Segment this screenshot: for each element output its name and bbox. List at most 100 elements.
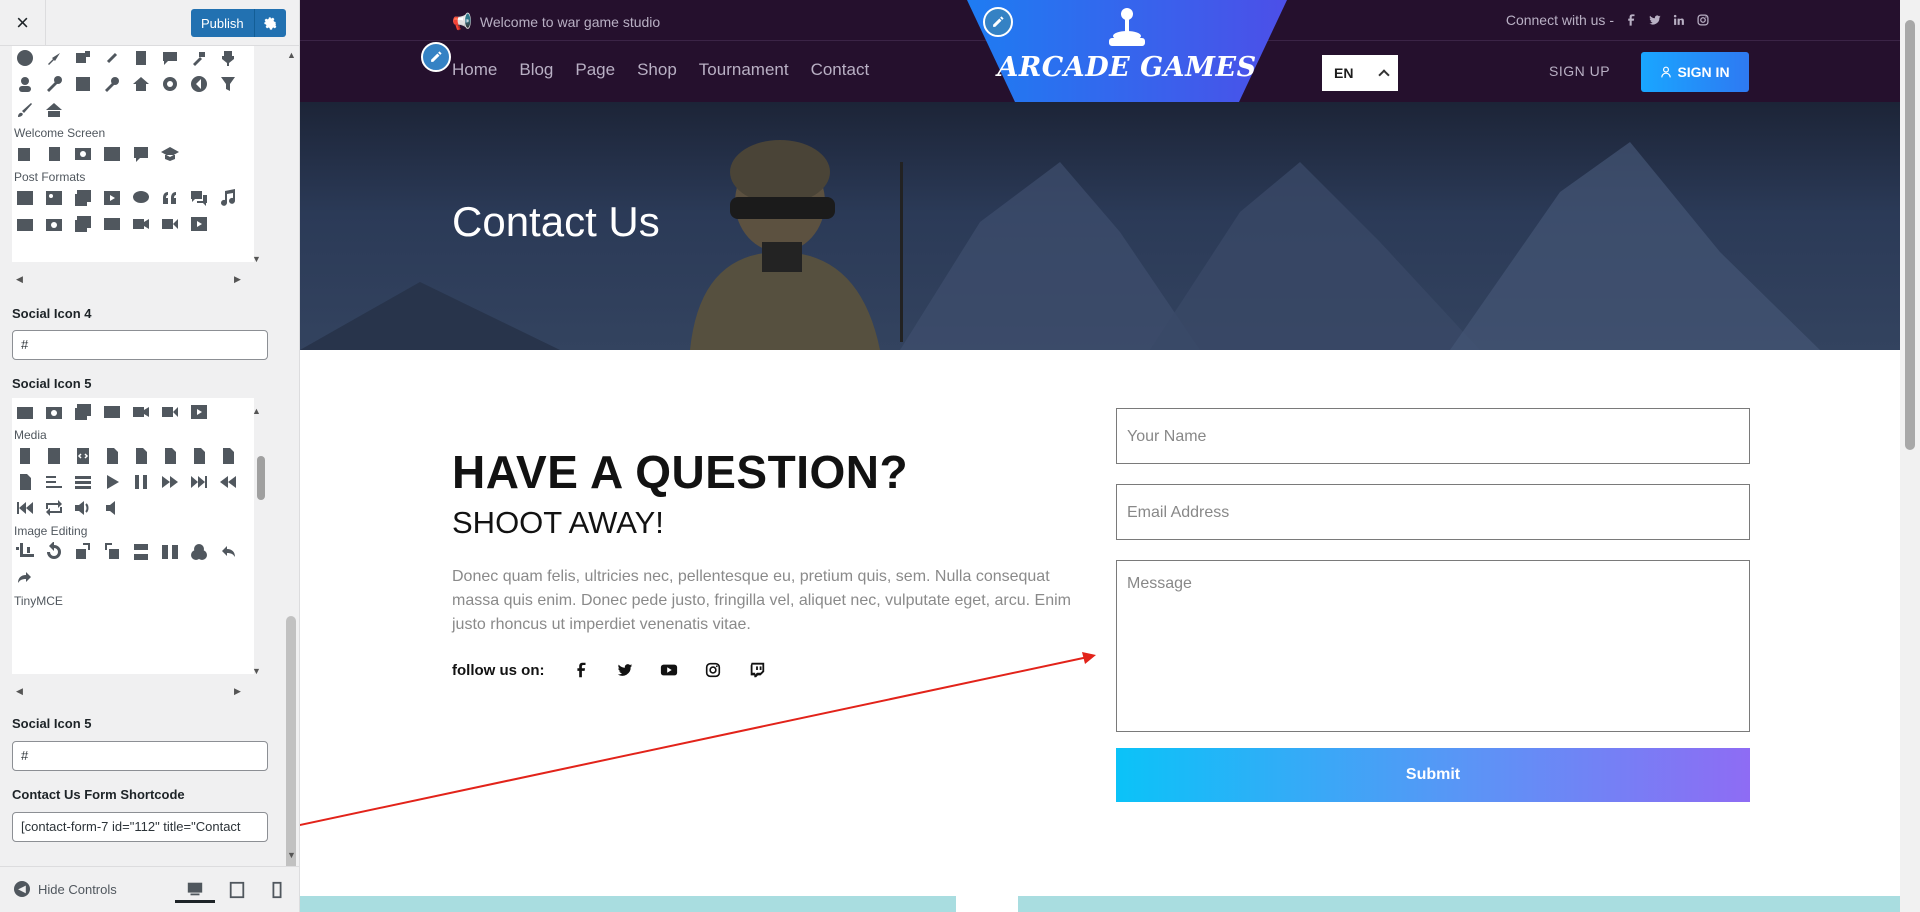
facebook-icon[interactable] — [1624, 13, 1638, 27]
video-alt2-icon[interactable] — [159, 402, 181, 422]
welcome-widgets-menus-icon[interactable] — [101, 144, 123, 164]
camera-alt-icon[interactable] — [43, 214, 65, 234]
format-gallery-icon[interactable] — [72, 188, 94, 208]
users-icon[interactable] — [14, 74, 36, 94]
scroll-left-arrow-icon[interactable]: ◀ — [16, 686, 23, 697]
image-flip-horizontal-icon[interactable] — [159, 542, 181, 562]
image-flip-vertical-icon[interactable] — [130, 542, 152, 562]
video-alt3-icon[interactable] — [188, 214, 210, 234]
instagram-icon[interactable] — [1696, 13, 1710, 27]
social-icon-5-input[interactable]: # — [12, 741, 268, 771]
media-default-icon[interactable] — [101, 446, 123, 466]
wrench-icon[interactable] — [43, 74, 65, 94]
video-alt-icon[interactable] — [130, 214, 152, 234]
camera-alt-icon[interactable] — [43, 402, 65, 422]
media-spreadsheet-icon[interactable] — [188, 446, 210, 466]
panel-horizontal-scrollbar[interactable] — [12, 262, 268, 276]
controls-pause-icon[interactable] — [130, 472, 152, 492]
media-video-icon[interactable] — [14, 472, 36, 492]
playlist-video-icon[interactable] — [72, 472, 94, 492]
social-icon-4-input[interactable]: # — [12, 330, 268, 360]
format-aside-icon[interactable] — [14, 188, 36, 208]
import-icon[interactable] — [72, 74, 94, 94]
preview-tablet-button[interactable] — [217, 877, 257, 903]
media-audio-icon[interactable] — [43, 446, 65, 466]
controls-skipback-icon[interactable] — [14, 498, 36, 518]
hide-controls-button[interactable]: ◀ Hide Controls — [14, 881, 117, 897]
welcome-add-page-icon[interactable] — [43, 144, 65, 164]
scroll-right-arrow-icon[interactable]: ▶ — [234, 686, 241, 697]
images-alt2-icon[interactable] — [101, 214, 123, 234]
site-logo[interactable]: ARCADE GAMES — [967, 52, 1287, 83]
pin-icon[interactable] — [43, 48, 65, 68]
controls-play-icon[interactable] — [101, 472, 123, 492]
publish-button[interactable]: Publish — [191, 9, 254, 37]
comment-icon[interactable] — [159, 48, 181, 68]
language-select[interactable]: EN — [1322, 55, 1398, 91]
format-status-icon[interactable] — [130, 188, 152, 208]
welcome-learn-more-icon[interactable] — [159, 144, 181, 164]
format-chat-icon[interactable] — [188, 188, 210, 208]
welcome-write-blog-icon[interactable] — [14, 144, 36, 164]
admin-multisite-icon[interactable] — [43, 100, 65, 120]
icon-picker-panel[interactable]: Welcome Screen Post Formats — [12, 46, 268, 276]
video-alt-icon[interactable] — [130, 402, 152, 422]
collapse-icon[interactable] — [188, 74, 210, 94]
images-alt-icon[interactable] — [72, 214, 94, 234]
image-rotate-right-icon[interactable] — [101, 542, 123, 562]
linkedin-icon[interactable] — [1672, 13, 1686, 27]
media-code-icon[interactable] — [72, 446, 94, 466]
panel-horizontal-scrollbar[interactable] — [12, 674, 268, 688]
image-rotate-icon[interactable] — [43, 542, 65, 562]
close-customizer-button[interactable]: × — [0, 0, 46, 46]
format-audio-icon[interactable] — [217, 188, 239, 208]
plugin-icon[interactable] — [72, 48, 94, 68]
home-icon[interactable] — [130, 74, 152, 94]
page-icon[interactable] — [130, 48, 152, 68]
preview-scroll-thumb[interactable] — [1905, 20, 1915, 450]
nav-item-contact[interactable]: Contact — [811, 60, 870, 80]
undo-icon[interactable] — [217, 542, 239, 562]
controls-back-icon[interactable] — [217, 472, 239, 492]
icon-picker-panel[interactable]: Media Image Editing TinyMCE — [12, 398, 268, 688]
preview-desktop-button[interactable] — [175, 877, 215, 903]
preview-mobile-button[interactable] — [257, 877, 297, 903]
image-rotate-left-icon[interactable] — [72, 542, 94, 562]
welcome-view-site-icon[interactable] — [72, 144, 94, 164]
customizer-scroll-thumb[interactable] — [286, 616, 296, 886]
publish-settings-button[interactable] — [253, 9, 286, 37]
media-text-icon[interactable] — [217, 446, 239, 466]
controls-volumeon-icon[interactable] — [72, 498, 94, 518]
link-icon[interactable] — [101, 48, 123, 68]
controls-volumeoff-icon[interactable] — [101, 498, 123, 518]
scroll-down-arrow-icon[interactable]: ▼ — [252, 666, 261, 676]
panel-scroll-thumb[interactable] — [257, 456, 265, 500]
panel-vertical-scrollbar[interactable] — [254, 398, 268, 688]
welcome-comments-icon[interactable] — [130, 144, 152, 164]
scroll-down-arrow-icon[interactable]: ▼ — [252, 254, 261, 264]
sign-in-button[interactable]: SIGN IN — [1641, 52, 1749, 92]
nav-item-tournament[interactable]: Tournament — [699, 60, 789, 80]
image-filter-icon[interactable] — [188, 542, 210, 562]
controls-forward-icon[interactable] — [159, 472, 181, 492]
edit-shortcut-button[interactable] — [421, 42, 451, 72]
filter-icon[interactable] — [217, 74, 239, 94]
format-quote-icon[interactable] — [159, 188, 181, 208]
media-interactive-icon[interactable] — [159, 446, 181, 466]
email-address-input[interactable]: Email Address — [1116, 484, 1750, 540]
shortcode-input[interactable]: [contact-form-7 id="112" title="Contact — [12, 812, 268, 842]
media-archive-icon[interactable] — [14, 446, 36, 466]
controls-skipforward-icon[interactable] — [188, 472, 210, 492]
twitter-icon[interactable] — [1648, 13, 1662, 27]
media-document-icon[interactable] — [130, 446, 152, 466]
images-alt-icon[interactable] — [72, 402, 94, 422]
camera-icon[interactable] — [14, 402, 36, 422]
scroll-left-arrow-icon[interactable]: ◀ — [16, 274, 23, 285]
your-name-input[interactable]: Your Name — [1116, 408, 1750, 464]
video-alt3-icon[interactable] — [188, 402, 210, 422]
message-textarea[interactable]: Message — [1116, 560, 1750, 732]
submit-button[interactable]: Submit — [1116, 748, 1750, 802]
sign-up-link[interactable]: SIGN UP — [1549, 63, 1610, 79]
nav-item-blog[interactable]: Blog — [519, 60, 553, 80]
edit-logo-shortcut-button[interactable] — [983, 7, 1013, 37]
